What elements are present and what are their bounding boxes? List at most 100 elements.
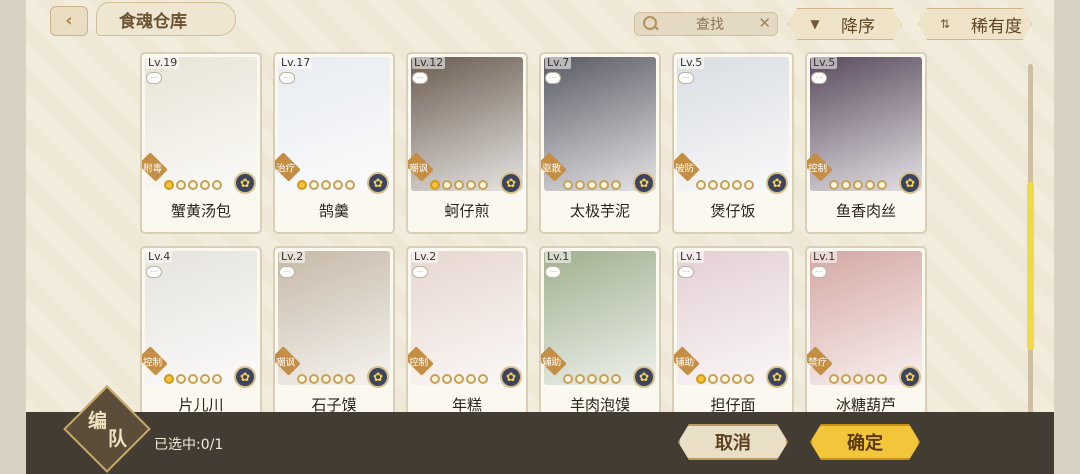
element-icon: ✿ <box>234 366 256 388</box>
star-icon <box>321 374 331 384</box>
scrollbar[interactable] <box>1027 64 1034 414</box>
level-label: Lv.1 <box>678 250 705 263</box>
star-icon <box>744 374 754 384</box>
team-label[interactable]: 编 队 <box>86 406 132 452</box>
star-icon <box>200 180 210 190</box>
character-card[interactable]: Lv.1 ··· 辅助 ✿ 担仔面 <box>672 246 794 428</box>
level-label: Lv.1 <box>545 250 572 263</box>
star-icon <box>212 374 222 384</box>
star-rating <box>829 180 887 190</box>
star-icon <box>877 374 887 384</box>
element-icon: ✿ <box>766 366 788 388</box>
character-card[interactable]: Lv.1 ··· 禁疗 ✿ 冰糖葫芦 <box>805 246 927 428</box>
star-icon <box>563 180 573 190</box>
star-icon <box>611 180 621 190</box>
team-label-char-2: 队 <box>108 428 128 450</box>
character-card[interactable]: Lv.19 ··· 附毒 ✿ 蟹黄汤包 <box>140 52 262 234</box>
role-label: 辅助 <box>675 357 695 369</box>
star-icon <box>841 374 851 384</box>
element-icon: ✿ <box>234 172 256 194</box>
cancel-label: 取消 <box>715 433 751 454</box>
star-icon <box>732 180 742 190</box>
star-rating <box>563 374 621 384</box>
character-card[interactable]: Lv.17 ··· 治疗 ✿ 鹄羹 <box>273 52 395 234</box>
star-rating <box>430 180 488 190</box>
star-rating <box>430 374 488 384</box>
star-icon <box>611 374 621 384</box>
star-rating <box>164 374 222 384</box>
star-icon <box>563 374 573 384</box>
star-icon <box>442 374 452 384</box>
character-card[interactable]: Lv.2 ··· 嘲讽 ✿ 石子馍 <box>273 246 395 428</box>
star-icon <box>454 180 464 190</box>
star-icon <box>188 374 198 384</box>
role-label: 驱散 <box>542 163 562 175</box>
star-icon <box>877 180 887 190</box>
star-icon <box>587 374 597 384</box>
bottom-bar: 编 队 已选中:0/1 取消 确定 <box>26 385 1054 474</box>
level-label: Lv.2 <box>412 250 439 263</box>
character-card[interactable]: Lv.5 ··· 破防 ✿ 煲仔饭 <box>672 52 794 234</box>
search-icon <box>643 16 657 30</box>
level-label: Lv.19 <box>146 56 180 69</box>
scrollbar-thumb[interactable] <box>1027 182 1034 350</box>
character-card[interactable]: Lv.2 ··· 控制 ✿ 年糕 <box>406 246 528 428</box>
chat-bubble-icon: ··· <box>279 266 295 278</box>
character-card[interactable]: Lv.1 ··· 辅助 ✿ 羊肉泡馍 <box>539 246 661 428</box>
star-icon <box>478 374 488 384</box>
sort-button[interactable]: ▼ 降序 <box>788 8 902 40</box>
rarity-filter-button[interactable]: ⇅ 稀有度 <box>918 8 1032 40</box>
star-rating <box>696 374 754 384</box>
star-icon <box>829 374 839 384</box>
character-card[interactable]: Lv.12 ··· 嘲讽 ✿ 蚵仔煎 <box>406 52 528 234</box>
star-rating <box>164 180 222 190</box>
star-icon <box>696 180 706 190</box>
chat-bubble-icon: ··· <box>545 266 561 278</box>
role-label: 破防 <box>675 163 695 175</box>
element-icon: ✿ <box>899 366 921 388</box>
star-icon <box>176 180 186 190</box>
search-box[interactable]: ✕ <box>634 12 778 36</box>
chat-bubble-icon: ··· <box>412 72 428 84</box>
character-card[interactable]: Lv.7 ··· 驱散 ✿ 太极芋泥 <box>539 52 661 234</box>
right-border <box>1054 0 1080 474</box>
chat-bubble-icon: ··· <box>678 266 694 278</box>
star-icon <box>575 374 585 384</box>
star-icon <box>212 180 222 190</box>
star-rating <box>297 180 355 190</box>
star-icon <box>744 180 754 190</box>
top-bar: ‹ 食魂仓库 ✕ ▼ 降序 ⇅ 稀有度 <box>26 0 1054 44</box>
element-icon: ✿ <box>633 366 655 388</box>
star-icon <box>853 180 863 190</box>
element-icon: ✿ <box>367 366 389 388</box>
character-card[interactable]: Lv.4 ··· 控制 ✿ 片儿川 <box>140 246 262 428</box>
chat-bubble-icon: ··· <box>678 72 694 84</box>
back-button[interactable]: ‹ <box>50 6 88 36</box>
rarity-label: 稀有度 <box>971 16 1022 37</box>
star-icon <box>200 374 210 384</box>
role-label: 控制 <box>409 357 429 369</box>
chat-bubble-icon: ··· <box>545 72 561 84</box>
star-icon <box>841 180 851 190</box>
star-icon <box>853 374 863 384</box>
confirm-button[interactable]: 确定 <box>810 424 920 460</box>
star-icon <box>333 374 343 384</box>
role-label: 控制 <box>808 163 828 175</box>
chat-bubble-icon: ··· <box>146 266 162 278</box>
cancel-button[interactable]: 取消 <box>678 424 788 460</box>
star-icon <box>430 180 440 190</box>
level-label: Lv.5 <box>678 56 705 69</box>
star-rating <box>297 374 355 384</box>
star-icon <box>333 180 343 190</box>
star-icon <box>587 180 597 190</box>
search-input[interactable] <box>665 15 755 35</box>
warehouse-panel: ‹ 食魂仓库 ✕ ▼ 降序 ⇅ 稀有度 Lv.19···附毒✿蟹黄汤包Lv.17… <box>26 0 1054 474</box>
star-icon <box>164 180 174 190</box>
role-label: 附毒 <box>143 163 163 175</box>
clear-icon[interactable]: ✕ <box>758 14 771 32</box>
character-card[interactable]: Lv.5 ··· 控制 ✿ 鱼香肉丝 <box>805 52 927 234</box>
level-label: Lv.5 <box>811 56 838 69</box>
level-label: Lv.17 <box>279 56 313 69</box>
character-name: 蟹黄汤包 <box>170 202 231 220</box>
chat-bubble-icon: ··· <box>811 266 827 278</box>
